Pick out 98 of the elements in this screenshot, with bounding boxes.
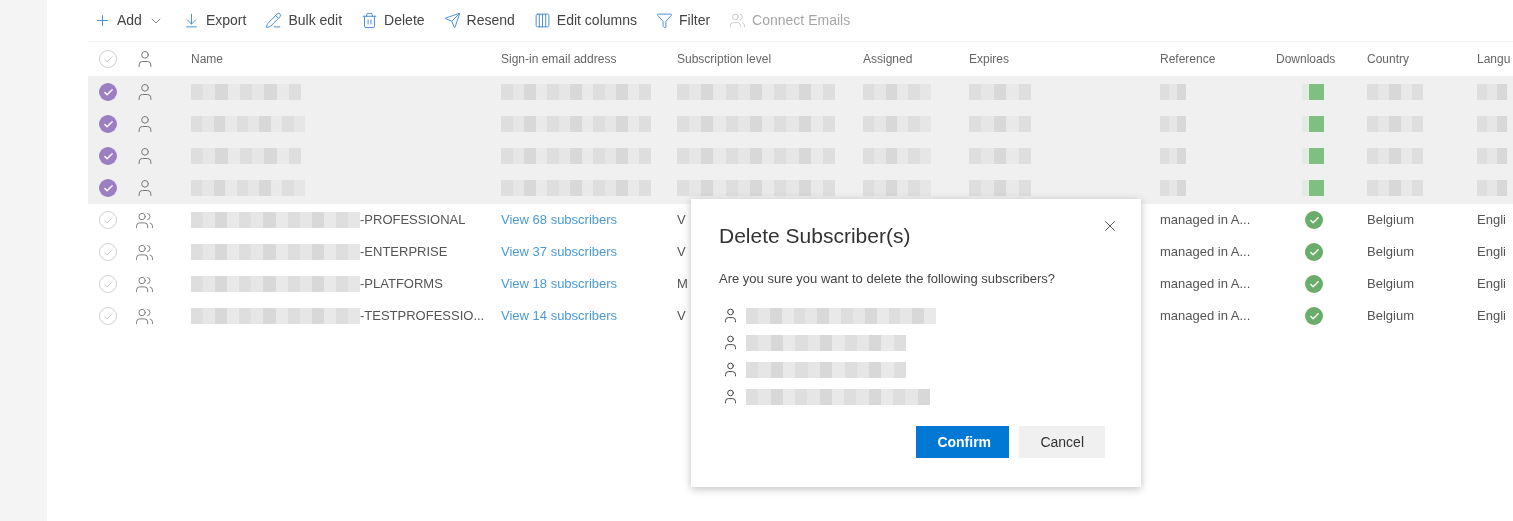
table-row[interactable] <box>88 172 1513 204</box>
column-header[interactable]: Name <box>191 52 223 66</box>
check-icon <box>102 246 114 258</box>
filter-icon <box>656 12 673 29</box>
redacted-text <box>863 180 931 196</box>
toolbar-button[interactable]: Bulk edit <box>265 10 343 31</box>
redacted-text <box>969 180 1031 196</box>
row-checkbox[interactable] <box>99 147 117 165</box>
column-header[interactable]: Sign-in email address <box>501 52 617 66</box>
column-header[interactable]: Downloads <box>1276 52 1336 66</box>
table-cell: V <box>677 212 686 228</box>
check-icon <box>102 150 114 162</box>
redacted-text <box>969 116 1031 132</box>
row-checkbox[interactable] <box>99 115 117 133</box>
redacted-text <box>1160 148 1186 164</box>
person-icon <box>722 361 739 378</box>
plus-icon <box>94 12 111 29</box>
redacted-text <box>1367 84 1423 100</box>
subscribers-link[interactable]: View 14 subscribers <box>501 308 618 324</box>
check-icon <box>102 310 114 322</box>
redacted-text <box>1477 148 1507 164</box>
check-icon <box>102 214 114 226</box>
table-cell: V <box>677 308 686 324</box>
redacted-text <box>1477 116 1507 132</box>
redacted-text <box>1160 180 1186 196</box>
check-icon <box>102 86 114 98</box>
redacted-text <box>969 148 1031 164</box>
column-header[interactable]: Reference <box>1160 52 1216 66</box>
table-cell: managed in A... <box>1160 244 1251 260</box>
redacted-text <box>1367 148 1423 164</box>
redacted-text <box>863 116 931 132</box>
check-icon <box>102 182 114 194</box>
table-cell: Engli <box>1477 212 1506 228</box>
table-cell: Engli <box>1477 276 1506 292</box>
table-cell: Belgium <box>1367 244 1414 260</box>
redacted-text <box>1302 84 1324 100</box>
people-icon <box>729 12 747 29</box>
person-icon <box>722 334 739 351</box>
row-checkbox[interactable] <box>99 83 117 101</box>
redacted-text <box>969 84 1031 100</box>
redacted-text <box>1477 180 1507 196</box>
column-header[interactable]: Country <box>1367 52 1410 66</box>
redacted-text <box>1302 180 1324 196</box>
dialog-title: Delete Subscriber(s) <box>719 223 911 249</box>
table-cell: Engli <box>1477 308 1506 324</box>
table-cell: Engli <box>1477 244 1506 260</box>
toolbar-button[interactable]: Filter <box>656 10 711 31</box>
table-cell: Belgium <box>1367 276 1414 292</box>
redacted-text <box>1302 116 1324 132</box>
people-icon <box>135 242 154 262</box>
check-icon <box>102 53 114 65</box>
dialog-message: Are you sure you want to delete the following subscribers? <box>719 269 1057 288</box>
columns-icon <box>533 12 551 29</box>
redacted-text <box>1367 180 1423 196</box>
column-header[interactable]: Langu <box>1477 52 1511 66</box>
trash-icon <box>361 12 379 29</box>
check-icon <box>102 118 114 130</box>
redacted-text <box>863 84 931 100</box>
table-cell: managed in A... <box>1160 212 1251 228</box>
column-header[interactable]: Subscription level <box>677 52 772 66</box>
redacted-text <box>863 148 931 164</box>
people-icon <box>135 306 154 326</box>
toolbar-button[interactable]: Resend <box>443 10 515 31</box>
table-cell-text: -PLATFORMS <box>360 275 443 294</box>
table-cell-text: -PROFESSIONAL <box>360 211 466 230</box>
table-cell-text: -TESTPROFESSIO... <box>360 307 485 326</box>
cancel-button[interactable]: Cancel <box>1019 426 1105 458</box>
pencil-icon <box>265 12 283 29</box>
table-cell: M <box>677 276 688 292</box>
column-header[interactable]: Assigned <box>863 52 913 66</box>
redacted-text <box>1160 84 1186 100</box>
redacted-text <box>1302 148 1324 164</box>
table-row[interactable] <box>88 76 1513 108</box>
people-icon <box>135 210 154 230</box>
redacted-text <box>1160 116 1186 132</box>
toolbar-button[interactable]: Add <box>94 10 164 31</box>
table-cell: managed in A... <box>1160 308 1251 324</box>
person-icon <box>722 388 739 405</box>
table-cell: Belgium <box>1367 212 1414 228</box>
subscribers-link[interactable]: View 68 subscribers <box>501 212 618 228</box>
redacted-text <box>1477 84 1507 100</box>
check-icon <box>102 278 114 290</box>
table-cell: managed in A... <box>1160 276 1251 292</box>
table-cell: V <box>677 244 686 260</box>
redacted-text <box>1367 116 1423 132</box>
row-checkbox[interactable] <box>99 179 117 197</box>
subscribers-link[interactable]: View 37 subscribers <box>501 244 618 260</box>
toolbar-button[interactable]: Export <box>182 10 247 31</box>
toolbar-button[interactable]: Edit columns <box>533 10 637 31</box>
person-icon <box>722 307 739 324</box>
table-cell: Belgium <box>1367 308 1414 324</box>
send-icon <box>443 12 461 29</box>
toolbar-button[interactable]: Delete <box>361 10 425 31</box>
column-header[interactable]: Expires <box>969 52 1009 66</box>
table-cell-text: -ENTERPRISE <box>360 243 448 262</box>
confirm-button[interactable]: Confirm <box>916 426 1010 458</box>
subscribers-link[interactable]: View 18 subscribers <box>501 276 618 292</box>
people-icon <box>135 274 154 294</box>
